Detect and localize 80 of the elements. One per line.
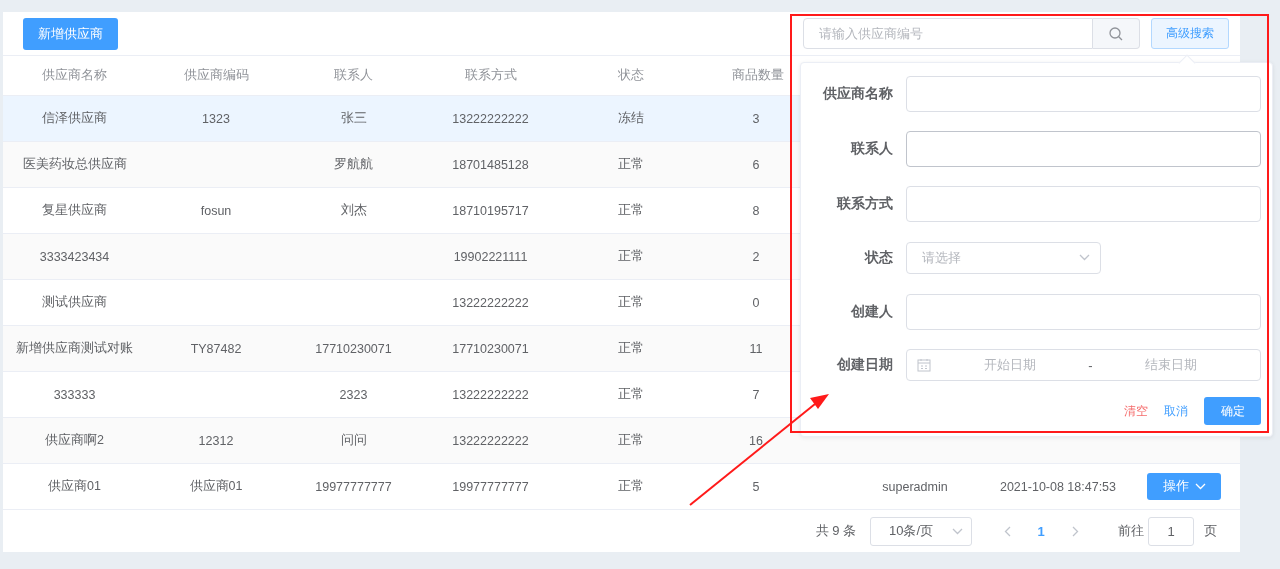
goods-count-cell-text: 7 <box>751 386 761 404</box>
supplier-code-cell-text: 供应商01 <box>188 478 244 495</box>
phone-cell-text: 19902221111 <box>452 248 529 266</box>
column-header: 状态 <box>617 67 645 84</box>
status-cell-text: 正常 <box>617 386 645 403</box>
search-button[interactable] <box>1093 18 1140 49</box>
contact-cell-text: 19977777777 <box>314 478 393 496</box>
column-header: 联系方式 <box>463 67 518 84</box>
goods-count-cell-text: 2 <box>751 248 761 266</box>
contact-cell-text: 问问 <box>339 432 368 449</box>
goto-label: 前往 <box>1118 522 1144 540</box>
goods-count-cell-text: 0 <box>751 294 761 312</box>
goods-count-cell-text: 3 <box>751 110 761 128</box>
phone-cell-text: 13222222222 <box>451 110 530 128</box>
supplier-name-cell-text: 测试供应商 <box>41 294 108 311</box>
status-cell-text: 正常 <box>617 432 645 449</box>
status-cell-text: 正常 <box>617 156 645 173</box>
goods-count-cell-text: 16 <box>748 432 764 450</box>
status-cell-text: 正常 <box>617 202 645 219</box>
column-header: 供应商名称 <box>41 67 108 84</box>
chevron-down-icon <box>1079 254 1090 262</box>
status-cell-text: 正常 <box>617 294 645 311</box>
supplier-code-cell-text: 12312 <box>197 432 235 450</box>
phone-cell-text: 13222222222 <box>451 294 530 312</box>
phone-cell-text: 17710230071 <box>451 340 530 358</box>
chevron-down-icon <box>1194 483 1206 490</box>
chevron-down-icon <box>952 527 963 535</box>
supplier-code-cell-text: 1323 <box>201 110 231 128</box>
text-field[interactable] <box>906 186 1261 222</box>
text-field[interactable] <box>906 76 1261 112</box>
supplier-code-cell-text: fosun <box>199 202 233 220</box>
goto-page-field[interactable]: 1 <box>1148 516 1194 546</box>
created-at-cell-text: 2021-10-08 18:47:53 <box>998 478 1118 496</box>
contact-cell-text: 张三 <box>339 110 368 127</box>
supplier-name-cell-text: 复星供应商 <box>41 202 108 219</box>
text-field[interactable] <box>906 131 1261 167</box>
status-cell-text: 正常 <box>617 248 645 265</box>
search-icon <box>1109 26 1123 41</box>
status-cell-text: 正常 <box>617 478 645 495</box>
supplier-name-cell-text: 3333423434 <box>38 248 111 266</box>
total-count: 共 9 条 <box>815 522 856 540</box>
calendar-icon <box>917 358 931 373</box>
field-label: 创建人 <box>850 302 894 321</box>
goods-count-cell-text: 8 <box>751 202 761 220</box>
goods-count-cell-text: 11 <box>748 340 764 358</box>
chevron-left-icon <box>1003 525 1011 537</box>
contact-cell-text: 17710230071 <box>314 340 393 358</box>
field-label: 创建日期 <box>836 356 894 375</box>
search-field[interactable]: 请输入供应商编号 <box>803 18 1093 49</box>
text-field[interactable] <box>906 293 1261 330</box>
supplier-name-cell-text: 供应商啊2 <box>44 432 105 449</box>
phone-cell-text: 18710195717 <box>451 202 530 220</box>
goods-count-cell-text: 6 <box>751 156 761 174</box>
phone-cell-text: 18701485128 <box>451 156 530 174</box>
page-size-select[interactable]: 10条/页 <box>870 516 972 546</box>
contact-cell-text: 2323 <box>338 386 369 404</box>
field-label: 联系方式 <box>835 195 894 213</box>
phone-cell-text: 13222222222 <box>451 386 530 404</box>
contact-cell-text: 罗航航 <box>333 156 374 173</box>
phone-cell-text: 13222222222 <box>451 432 530 450</box>
status-cell-text: 冻结 <box>617 110 645 127</box>
supplier-name-cell-text: 333333 <box>52 386 97 404</box>
page-suffix: 页 <box>1204 522 1217 540</box>
column-header: 供应商编码 <box>182 67 250 84</box>
date-range-field[interactable]: 开始日期 - 结束日期 <box>906 349 1261 382</box>
status-cell-text: 正常 <box>617 340 645 357</box>
phone-cell-text: 19977777777 <box>451 478 530 496</box>
contact-cell-text: 刘杰 <box>339 202 368 219</box>
supplier-name-cell-text: 信泽供应商 <box>41 110 108 127</box>
field-label: 状态 <box>863 248 894 267</box>
creator-cell-text: superadmin <box>881 478 949 496</box>
field-label: 联系人 <box>849 140 894 158</box>
column-header: 联系人 <box>333 67 374 84</box>
supplier-name-cell-text: 医美药妆总供应商 <box>21 156 128 173</box>
chevron-right-icon <box>1071 525 1079 537</box>
goods-count-cell-text: 5 <box>751 478 761 496</box>
supplier-name-cell-text: 供应商01 <box>47 478 102 495</box>
column-header: 商品数量 <box>731 67 785 84</box>
supplier-name-cell-text: 新增供应商测试对账 <box>15 340 134 357</box>
supplier-code-cell-text: TY87482 <box>189 340 243 358</box>
